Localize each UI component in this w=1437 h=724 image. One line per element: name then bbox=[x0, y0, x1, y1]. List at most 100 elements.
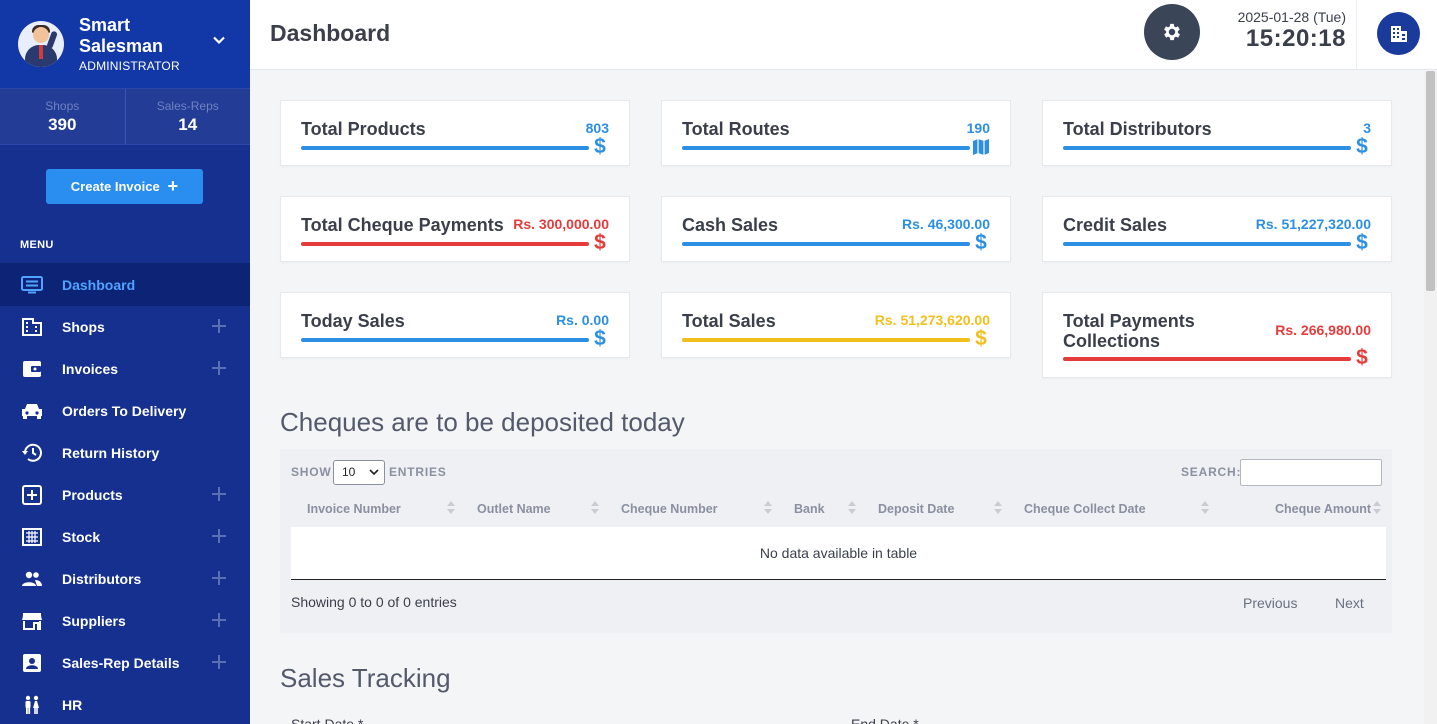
scrollbar-thumb[interactable] bbox=[1426, 71, 1435, 291]
dollar-icon: $ bbox=[594, 327, 606, 350]
page-size-select[interactable]: 10 bbox=[333, 460, 385, 485]
search-label: SEARCH: bbox=[1181, 465, 1242, 479]
card-value: Rs. 51,273,620.00 bbox=[874, 312, 990, 328]
sort-icon[interactable] bbox=[994, 501, 1002, 515]
sidebar-item-label: HR bbox=[62, 697, 83, 713]
sidebar-item-invoices[interactable]: Invoices bbox=[0, 348, 250, 390]
card-total-cheque-payments: Total Cheque Payments Rs. 300,000.00 $ bbox=[280, 196, 630, 262]
column-header[interactable]: Cheque Amount bbox=[1275, 502, 1371, 516]
brand-name-line1: Smart bbox=[79, 15, 131, 35]
card-bar bbox=[1063, 242, 1351, 246]
monitor-icon bbox=[20, 275, 44, 295]
expand-plus-icon[interactable] bbox=[212, 487, 226, 501]
card-bar bbox=[1063, 357, 1351, 361]
sort-icon[interactable] bbox=[1373, 501, 1381, 515]
chevron-down-icon bbox=[369, 469, 379, 476]
sidebar-item-products[interactable]: Products bbox=[0, 474, 250, 516]
card-bar bbox=[682, 242, 970, 246]
organization-button[interactable] bbox=[1377, 12, 1420, 55]
entries-label: ENTRIES bbox=[389, 465, 447, 479]
card-title: Total Payments Collections bbox=[1063, 311, 1195, 351]
column-header[interactable]: Bank bbox=[794, 502, 825, 516]
building-icon bbox=[20, 317, 44, 337]
sidebar-item-stock[interactable]: Stock bbox=[0, 516, 250, 558]
grid-icon bbox=[20, 527, 44, 547]
sidebar-item-dashboard[interactable]: Dashboard bbox=[0, 263, 250, 306]
card-bar bbox=[682, 146, 970, 150]
sidebar-item-suppliers[interactable]: Suppliers bbox=[0, 600, 250, 642]
people-icon bbox=[20, 569, 44, 589]
chevron-down-icon[interactable] bbox=[212, 33, 226, 47]
card-total-products: Total Products 803 $ bbox=[280, 100, 630, 166]
user-role: ADMINISTRATOR bbox=[79, 59, 180, 73]
card-value: 190 bbox=[966, 120, 990, 136]
card-bar bbox=[301, 242, 589, 246]
sort-icon[interactable] bbox=[1201, 501, 1209, 515]
column-header[interactable]: Deposit Date bbox=[878, 502, 954, 516]
user-profile[interactable]: Smart Salesman ADMINISTRATOR bbox=[0, 0, 250, 88]
expand-plus-icon[interactable] bbox=[212, 319, 226, 333]
brand-name-line2: Salesman bbox=[79, 36, 164, 56]
sidebar-item-hr[interactable]: HR bbox=[0, 684, 250, 724]
card-value: Rs. 51,227,320.00 bbox=[1255, 216, 1371, 232]
sort-icon[interactable] bbox=[447, 501, 455, 515]
card-bar bbox=[301, 146, 589, 150]
avatar bbox=[18, 21, 64, 67]
card-title: Total Cheque Payments bbox=[301, 215, 504, 235]
sidebar-item-label: Stock bbox=[62, 529, 101, 545]
expand-plus-icon[interactable] bbox=[212, 571, 226, 585]
top-header: Dashboard 2025-01-28 (Tue) 15:20:18 bbox=[250, 0, 1437, 70]
card-total-routes: Total Routes 190 bbox=[661, 100, 1011, 166]
expand-plus-icon[interactable] bbox=[212, 361, 226, 375]
next-page-button[interactable]: Next bbox=[1335, 595, 1364, 611]
sidebar-item-distributors[interactable]: Distributors bbox=[0, 558, 250, 600]
dollar-icon: $ bbox=[1356, 135, 1368, 158]
current-date: 2025-01-28 (Tue) bbox=[1237, 9, 1346, 25]
main-content: Total Products 803 $ Total Routes 190 To… bbox=[250, 71, 1424, 724]
add-box-icon bbox=[20, 485, 44, 505]
end-date-label: End Date * bbox=[851, 716, 919, 724]
sidebar-item-label: Invoices bbox=[62, 361, 119, 377]
search-input[interactable] bbox=[1240, 459, 1382, 486]
column-header[interactable]: Outlet Name bbox=[477, 502, 551, 516]
sidebar-item-label: Distributors bbox=[62, 571, 142, 587]
sidebar-item-shops[interactable]: Shops bbox=[0, 306, 250, 348]
column-header[interactable]: Invoice Number bbox=[307, 502, 401, 516]
card-total-sales: Total Sales Rs. 51,273,620.00 $ bbox=[661, 292, 1011, 358]
sidebar-item-label: Sales-Rep Details bbox=[62, 655, 180, 671]
card-title: Credit Sales bbox=[1063, 215, 1168, 235]
expand-plus-icon[interactable] bbox=[212, 529, 226, 543]
card-title: Cash Sales bbox=[682, 215, 779, 235]
gear-icon bbox=[1164, 23, 1180, 41]
sidebar-item-return-history[interactable]: Return History bbox=[0, 432, 250, 474]
expand-plus-icon[interactable] bbox=[212, 655, 226, 669]
card-value: Rs. 46,300.00 bbox=[902, 216, 990, 232]
card-today-sales: Today Sales Rs. 0.00 $ bbox=[280, 292, 630, 358]
dollar-icon: $ bbox=[594, 135, 606, 158]
sidebar-item-sales-rep-details[interactable]: Sales-Rep Details bbox=[0, 642, 250, 684]
current-time: 15:20:18 bbox=[1245, 25, 1346, 52]
start-date-label: Start Date * bbox=[291, 716, 364, 724]
card-title: Total Routes bbox=[682, 119, 790, 139]
stat-sales-reps: Sales-Reps 14 bbox=[124, 89, 251, 144]
card-title: Total Distributors bbox=[1063, 119, 1212, 139]
map-icon bbox=[972, 138, 990, 160]
expand-plus-icon[interactable] bbox=[212, 613, 226, 627]
card-bar bbox=[301, 338, 589, 342]
sort-icon[interactable] bbox=[764, 501, 772, 515]
stats-bar: Shops 390 Sales-Reps 14 bbox=[0, 88, 250, 145]
car-icon bbox=[20, 401, 44, 421]
content-scrollbar[interactable] bbox=[1424, 71, 1437, 724]
card-value: Rs. 266,980.00 bbox=[1275, 322, 1371, 338]
create-invoice-button[interactable]: Create Invoice + bbox=[46, 169, 203, 204]
card-credit-sales: Credit Sales Rs. 51,227,320.00 $ bbox=[1042, 196, 1392, 262]
sort-icon[interactable] bbox=[848, 501, 856, 515]
settings-button[interactable] bbox=[1144, 4, 1200, 60]
column-header[interactable]: Cheque Collect Date bbox=[1024, 502, 1146, 516]
previous-page-button[interactable]: Previous bbox=[1243, 595, 1297, 611]
sidebar-item-label: Orders To Delivery bbox=[62, 403, 187, 419]
sort-icon[interactable] bbox=[591, 501, 599, 515]
sales-tracking-title: Sales Tracking bbox=[280, 663, 451, 693]
sidebar-item-orders-to-delivery[interactable]: Orders To Delivery bbox=[0, 390, 250, 432]
column-header[interactable]: Cheque Number bbox=[621, 502, 718, 516]
